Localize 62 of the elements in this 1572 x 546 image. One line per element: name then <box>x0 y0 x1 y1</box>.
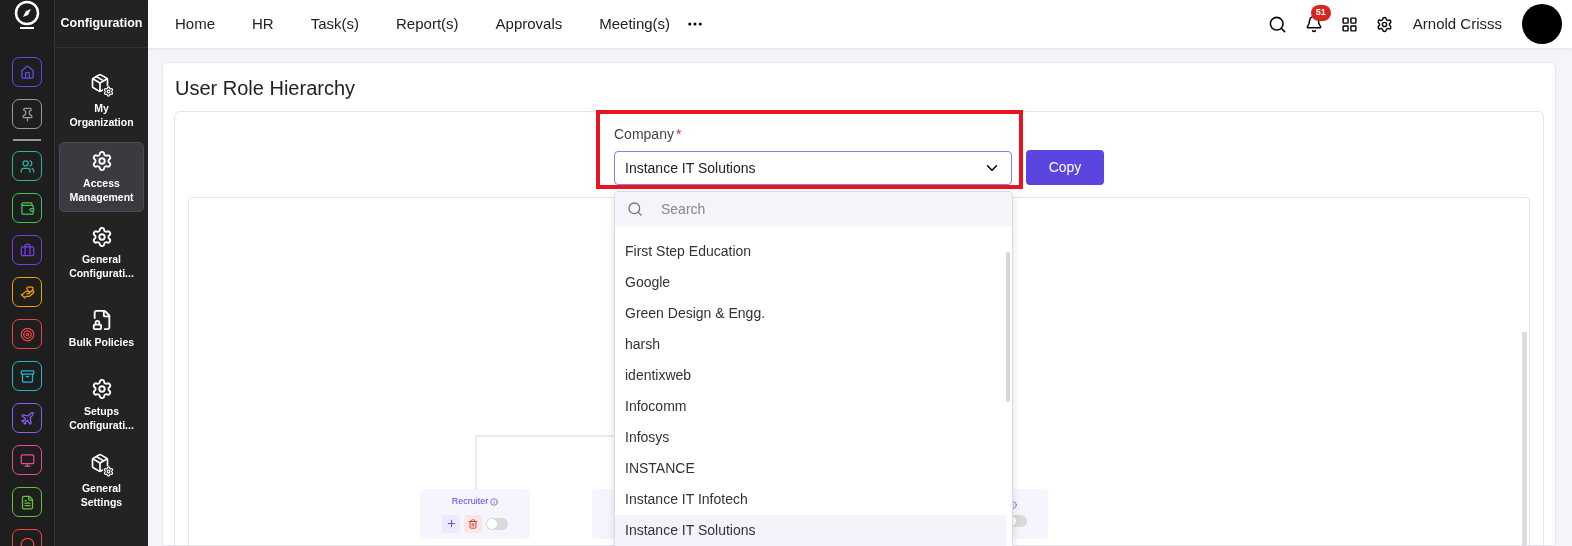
compass-logo-icon <box>12 0 42 30</box>
monitor-icon <box>19 452 35 468</box>
page-title: User Role Hierarchy <box>175 76 357 101</box>
wallet-icon <box>19 200 35 216</box>
section-menu-item[interactable]: Setups Configurati... <box>59 370 144 440</box>
app-rail-button[interactable] <box>12 403 42 433</box>
app-rail-button[interactable] <box>12 151 42 181</box>
bell-icon[interactable] <box>1304 15 1323 33</box>
section-menu-item[interactable]: General Settings <box>59 446 144 516</box>
nav-link[interactable]: Report(s) <box>387 12 468 36</box>
pin-icon <box>19 106 35 122</box>
notification-count: 51 <box>1310 5 1331 21</box>
settings-icon <box>90 226 113 248</box>
app-rail-button[interactable] <box>12 319 42 349</box>
app-rail-button[interactable] <box>12 361 42 391</box>
nav-link[interactable]: HR <box>243 12 283 36</box>
home-icon <box>19 64 35 80</box>
package-gear-icon <box>89 453 114 477</box>
app-rail-button[interactable] <box>12 487 42 517</box>
search-icon[interactable] <box>1267 14 1287 34</box>
nav-link[interactable]: Approvals <box>486 12 572 36</box>
people-icon <box>19 158 35 174</box>
info-icon[interactable] <box>490 498 499 506</box>
nav-link[interactable]: Meeting(s) <box>590 12 680 36</box>
section-menu-item[interactable]: General Configurati... <box>59 218 144 288</box>
document-icon <box>19 494 35 510</box>
archive-icon <box>19 368 35 384</box>
field-label: Company <box>614 125 674 144</box>
section-menu-item[interactable]: Access Management <box>59 142 144 212</box>
delete-button[interactable] <box>464 514 482 533</box>
app-rail-button[interactable] <box>12 193 42 223</box>
user-name: Arnold Crisss <box>1412 13 1502 34</box>
dropdown-option[interactable]: Instance IT Solutions <box>615 515 1006 546</box>
copy-button[interactable]: Copy <box>1026 150 1104 185</box>
search-field[interactable]: Search <box>615 192 1012 226</box>
avatar[interactable] <box>1522 4 1562 44</box>
briefcase-icon <box>19 242 35 258</box>
settings-icon[interactable] <box>1375 15 1393 33</box>
hands-icon <box>19 284 35 300</box>
trash-icon <box>468 518 478 529</box>
toggle-switch[interactable] <box>486 517 508 530</box>
app-rail-button[interactable] <box>12 99 42 129</box>
nav-link[interactable]: Home <box>166 12 224 36</box>
company-select[interactable]: Instance IT Solutions <box>614 151 1012 185</box>
settings-icon <box>90 378 113 400</box>
app-rail-button[interactable] <box>12 277 42 307</box>
section-menu-item[interactable]: My Organization <box>59 66 144 136</box>
package-gear-icon <box>89 73 114 97</box>
add-button[interactable] <box>442 514 460 533</box>
target-icon <box>19 326 35 342</box>
search-icon <box>627 201 643 217</box>
settings-icon <box>90 150 113 172</box>
nav-link[interactable]: Task(s) <box>301 12 369 36</box>
role-name: Recruiter <box>451 495 489 509</box>
section-title: Configuration <box>60 15 143 33</box>
required-mark: * <box>675 125 682 144</box>
app-rail-button[interactable] <box>12 445 42 475</box>
role-node[interactable]: Recruiter <box>420 489 530 539</box>
apps-grid-icon[interactable] <box>1340 15 1358 33</box>
plus-icon <box>445 518 457 530</box>
plane-icon <box>19 410 35 426</box>
section-menu-item[interactable]: Bulk Policies <box>59 294 144 364</box>
